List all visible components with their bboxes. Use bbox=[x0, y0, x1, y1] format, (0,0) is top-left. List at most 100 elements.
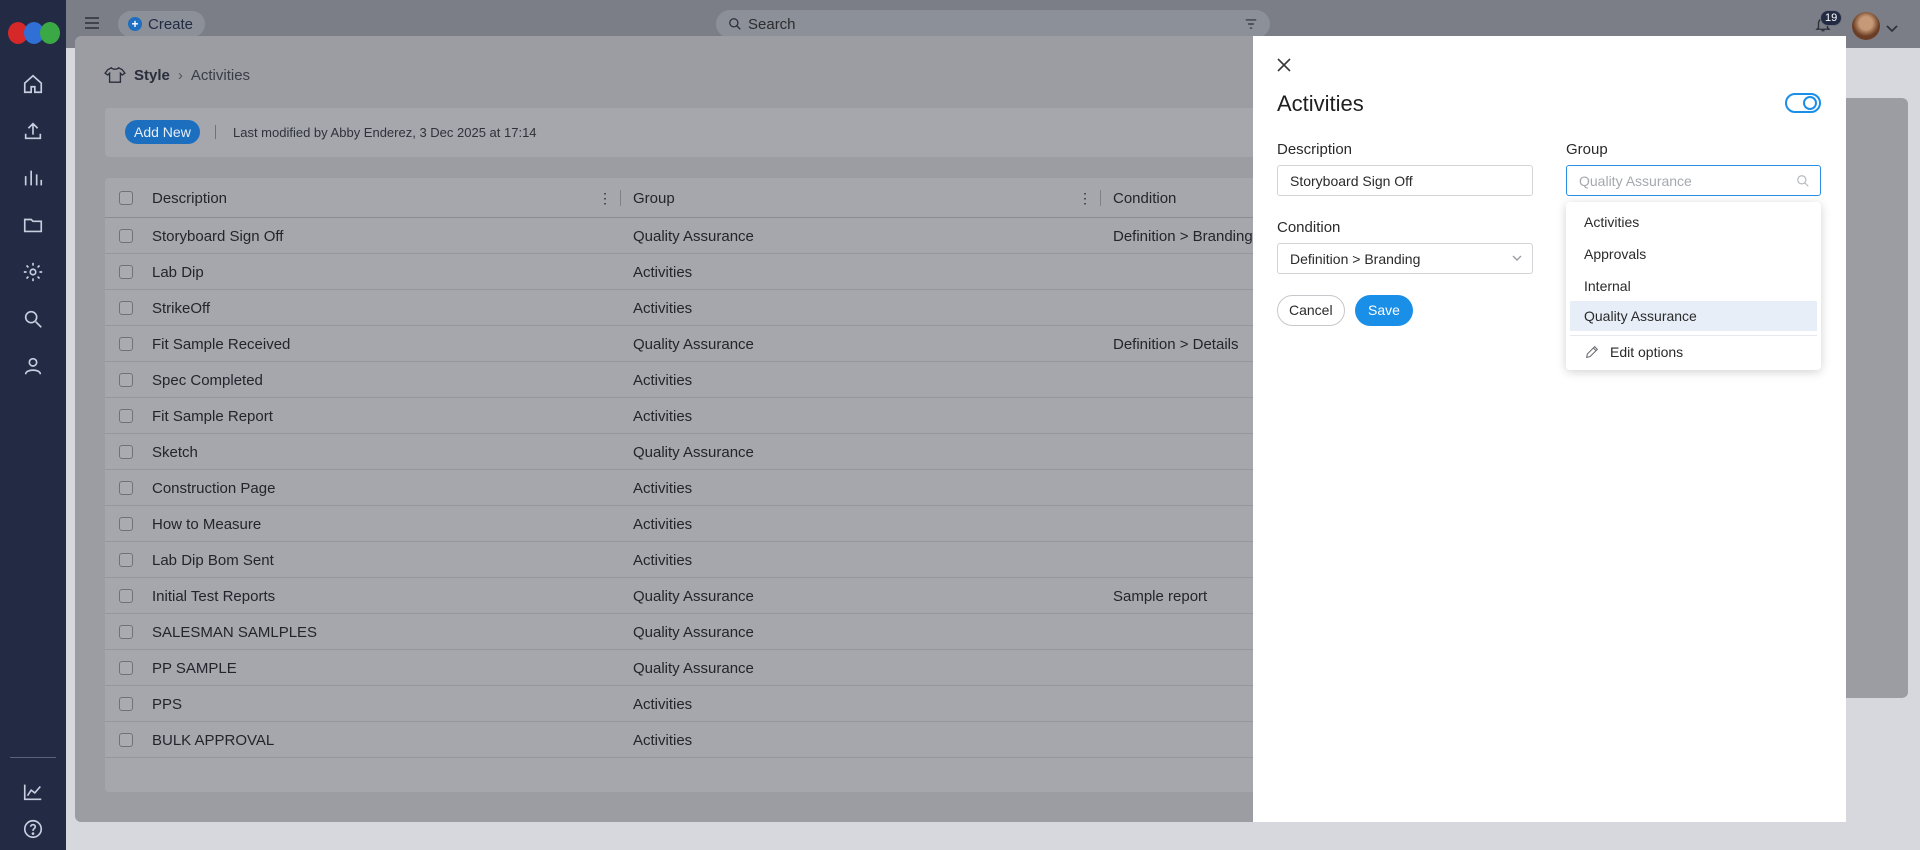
column-resize-handle[interactable] bbox=[620, 190, 621, 206]
home-icon[interactable] bbox=[19, 70, 47, 98]
condition-select[interactable]: Definition > Branding bbox=[1277, 243, 1533, 274]
row-checkbox[interactable] bbox=[119, 481, 133, 495]
cell-group: Quality Assurance bbox=[633, 228, 754, 245]
chevron-down-icon[interactable] bbox=[1886, 20, 1898, 36]
column-header-condition[interactable]: Condition bbox=[1113, 190, 1176, 207]
table-row[interactable]: StrikeOff Activities bbox=[105, 290, 1255, 326]
table-row[interactable]: Construction Page Activities bbox=[105, 470, 1255, 506]
cell-description: Storyboard Sign Off bbox=[152, 228, 284, 245]
row-checkbox[interactable] bbox=[119, 265, 133, 279]
table-header: Description ⋮ Group ⋮ Condition bbox=[105, 178, 1255, 218]
notification-badge: 19 bbox=[1820, 10, 1843, 26]
close-icon[interactable] bbox=[1274, 55, 1294, 75]
column-menu-icon[interactable]: ⋮ bbox=[598, 190, 612, 207]
activities-table: Description ⋮ Group ⋮ Condition Storyboa… bbox=[105, 178, 1255, 792]
table-row[interactable]: Sketch Quality Assurance bbox=[105, 434, 1255, 470]
row-checkbox[interactable] bbox=[119, 373, 133, 387]
folder-icon[interactable] bbox=[19, 211, 47, 239]
description-field[interactable]: Storyboard Sign Off bbox=[1277, 165, 1533, 196]
table-row[interactable]: BULK APPROVAL Activities bbox=[105, 722, 1255, 758]
column-resize-handle[interactable] bbox=[1100, 190, 1101, 206]
table-row[interactable]: Lab Dip Bom Sent Activities bbox=[105, 542, 1255, 578]
cell-condition: Sample report bbox=[1113, 588, 1208, 605]
avatar[interactable] bbox=[1852, 12, 1880, 40]
cell-description: Fit Sample Received bbox=[152, 336, 291, 353]
table-row[interactable]: Spec Completed Activities bbox=[105, 362, 1255, 398]
create-button[interactable]: + Create bbox=[118, 11, 206, 37]
breadcrumb-current: Activities bbox=[190, 66, 251, 84]
row-checkbox[interactable] bbox=[119, 229, 133, 243]
hanger-icon bbox=[104, 66, 126, 83]
cell-description: Initial Test Reports bbox=[152, 588, 276, 605]
row-checkbox[interactable] bbox=[119, 661, 133, 675]
cell-description: PP SAMPLE bbox=[152, 660, 237, 677]
cell-group: Quality Assurance bbox=[633, 444, 754, 461]
description-value: Storyboard Sign Off bbox=[1290, 172, 1413, 189]
cell-group: Quality Assurance bbox=[633, 660, 754, 677]
row-checkbox[interactable] bbox=[119, 553, 133, 567]
panel-title: Activities bbox=[1277, 91, 1364, 116]
active-toggle[interactable] bbox=[1785, 93, 1821, 113]
edit-options-label: Edit options bbox=[1610, 343, 1684, 360]
rail-divider bbox=[10, 757, 56, 758]
cell-group: Activities bbox=[633, 552, 693, 569]
cell-condition: Definition > Details bbox=[1113, 336, 1239, 353]
condition-value: Definition > Branding bbox=[1290, 250, 1421, 267]
app-logo[interactable] bbox=[8, 22, 60, 44]
description-label: Description bbox=[1277, 141, 1353, 158]
cell-group: Activities bbox=[633, 480, 693, 497]
condition-label: Condition bbox=[1277, 219, 1341, 236]
group-dropdown: Activities Approvals Internal Quality As… bbox=[1566, 202, 1821, 370]
row-checkbox[interactable] bbox=[119, 445, 133, 459]
global-search[interactable]: Search bbox=[716, 10, 1270, 38]
analytics-icon[interactable] bbox=[19, 778, 47, 806]
dropdown-option-quality-assurance[interactable]: Quality Assurance bbox=[1570, 301, 1817, 331]
table-row[interactable]: PP SAMPLE Quality Assurance bbox=[105, 650, 1255, 686]
group-search-input[interactable]: Quality Assurance bbox=[1566, 165, 1821, 196]
cell-description: Lab Dip bbox=[152, 264, 204, 281]
help-icon[interactable] bbox=[19, 815, 47, 843]
search-icon[interactable] bbox=[19, 305, 47, 333]
row-checkbox[interactable] bbox=[119, 337, 133, 351]
table-row[interactable]: Fit Sample Report Activities bbox=[105, 398, 1255, 434]
table-row[interactable]: Initial Test Reports Quality Assurance Sam… bbox=[105, 578, 1255, 614]
search-icon bbox=[1797, 175, 1809, 187]
column-header-description[interactable]: Description bbox=[152, 190, 227, 207]
filter-icon[interactable] bbox=[1244, 17, 1258, 31]
table-row[interactable]: Storyboard Sign Off Quality Assurance Defi… bbox=[105, 218, 1255, 254]
cell-condition: Definition > Branding bbox=[1113, 228, 1253, 245]
dropdown-option-approvals[interactable]: Approvals bbox=[1570, 239, 1817, 269]
cell-description: Sketch bbox=[152, 444, 198, 461]
table-row[interactable]: PPS Activities bbox=[105, 686, 1255, 722]
row-checkbox[interactable] bbox=[119, 697, 133, 711]
select-all-checkbox[interactable] bbox=[119, 191, 133, 205]
row-checkbox[interactable] bbox=[119, 409, 133, 423]
gear-icon[interactable] bbox=[19, 258, 47, 286]
edit-options-button[interactable]: Edit options bbox=[1570, 335, 1817, 367]
column-header-group[interactable]: Group bbox=[633, 190, 675, 207]
row-checkbox[interactable] bbox=[119, 733, 133, 747]
column-menu-icon[interactable]: ⋮ bbox=[1078, 190, 1092, 207]
add-new-button[interactable]: Add New bbox=[125, 120, 200, 144]
save-button[interactable]: Save bbox=[1355, 295, 1413, 326]
menu-icon[interactable] bbox=[84, 16, 100, 33]
dropdown-option-activities[interactable]: Activities bbox=[1570, 207, 1817, 237]
cell-group: Activities bbox=[633, 732, 693, 749]
row-checkbox[interactable] bbox=[119, 589, 133, 603]
breadcrumb-root[interactable]: Style bbox=[134, 67, 170, 84]
user-icon[interactable] bbox=[19, 352, 47, 380]
create-label: Create bbox=[148, 15, 194, 33]
cancel-button[interactable]: Cancel bbox=[1277, 295, 1345, 326]
row-checkbox[interactable] bbox=[119, 625, 133, 639]
cell-description: Spec Completed bbox=[152, 372, 263, 389]
cell-group: Quality Assurance bbox=[633, 588, 754, 605]
table-row[interactable]: How to Measure Activities bbox=[105, 506, 1255, 542]
upload-icon[interactable] bbox=[19, 117, 47, 145]
table-row[interactable]: Fit Sample Received Quality Assurance Defi… bbox=[105, 326, 1255, 362]
row-checkbox[interactable] bbox=[119, 517, 133, 531]
table-row[interactable]: SALESMAN SAMLPLES Quality Assurance bbox=[105, 614, 1255, 650]
row-checkbox[interactable] bbox=[119, 301, 133, 315]
chart-icon[interactable] bbox=[19, 164, 47, 192]
table-row[interactable]: Lab Dip Activities bbox=[105, 254, 1255, 290]
dropdown-option-internal[interactable]: Internal bbox=[1570, 271, 1817, 301]
